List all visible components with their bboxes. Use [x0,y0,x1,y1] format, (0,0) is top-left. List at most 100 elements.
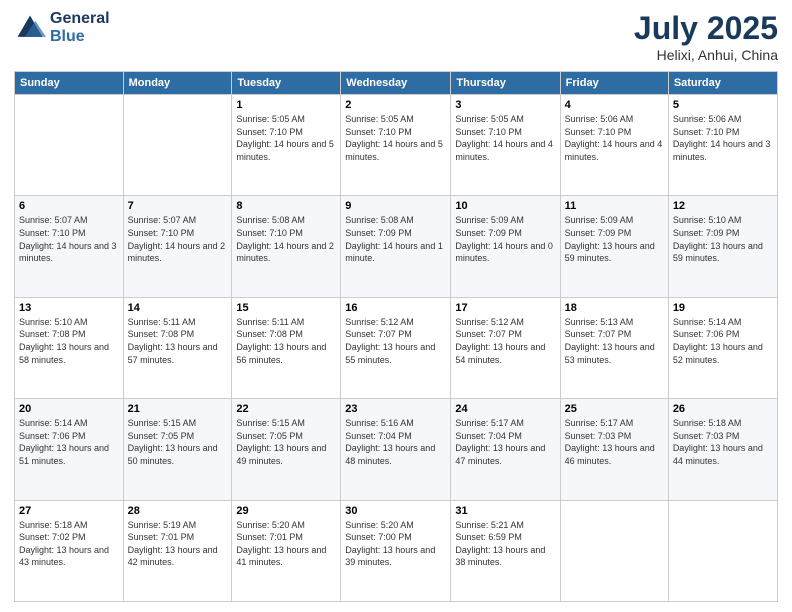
calendar-cell: 14Sunrise: 5:11 AM Sunset: 7:08 PM Dayli… [123,297,232,398]
calendar-cell: 30 Sunrise: 5:20 AM Sunset: 7:00 PM Dayli… [341,500,451,601]
day-number: 22 [236,403,336,415]
day-detail: Sunrise: 5:11 AM Sunset: 7:08 PM Dayligh… [128,316,228,366]
day-detail: Sunrise: 5:13 AM Sunset: 7:07 PM Dayligh… [565,316,664,366]
day-detail: Sunrise: 5:07 AM Sunset: 7:10 PM Dayligh… [19,214,119,264]
day-detail: Sunrise: 5:17 AM Sunset: 7:03 PM Dayligh… [565,417,664,467]
day-detail: Sunrise: 5:08 AM Sunset: 7:09 PM Dayligh… [345,214,446,264]
calendar-cell: 2Sunrise: 5:05 AM Sunset: 7:10 PM Daylig… [341,95,451,196]
calendar-cell: 12 Sunrise: 5:10 AM Sunset: 7:09 PM Dayli… [668,196,777,297]
day-detail: Sunrise: 5:09 AM Sunset: 7:09 PM Dayligh… [565,214,664,264]
day-number: 15 [236,302,336,314]
calendar-cell: 4Sunrise: 5:06 AM Sunset: 7:10 PM Daylig… [560,95,668,196]
day-detail: Sunrise: 5:15 AM Sunset: 7:05 PM Dayligh… [236,417,336,467]
calendar-cell: 18 Sunrise: 5:13 AM Sunset: 7:07 PM Dayli… [560,297,668,398]
week-row-2: 6 Sunrise: 5:07 AM Sunset: 7:10 PM Daylig… [15,196,778,297]
day-detail: Sunrise: 5:14 AM Sunset: 7:06 PM Dayligh… [673,316,773,366]
day-detail: Sunrise: 5:08 AM Sunset: 7:10 PM Dayligh… [236,214,336,264]
calendar-cell: 17Sunrise: 5:12 AM Sunset: 7:07 PM Dayli… [451,297,560,398]
day-detail: Sunrise: 5:21 AM Sunset: 6:59 PM Dayligh… [455,519,555,569]
weekday-header-tuesday: Tuesday [232,72,341,95]
subtitle: Helixi, Anhui, China [634,47,778,63]
calendar-cell [123,95,232,196]
day-number: 2 [345,99,446,111]
day-number: 16 [345,302,446,314]
logo-icon [14,12,46,44]
calendar-cell: 3 Sunrise: 5:05 AM Sunset: 7:10 PM Daylig… [451,95,560,196]
day-number: 18 [565,302,664,314]
day-detail: Sunrise: 5:05 AM Sunset: 7:10 PM Dayligh… [236,113,336,163]
day-number: 5 [673,99,773,111]
weekday-header-sunday: Sunday [15,72,124,95]
day-number: 26 [673,403,773,415]
day-detail: Sunrise: 5:10 AM Sunset: 7:08 PM Dayligh… [19,316,119,366]
weekday-header-wednesday: Wednesday [341,72,451,95]
calendar-cell: 20 Sunrise: 5:14 AM Sunset: 7:06 PM Dayli… [15,399,124,500]
header: General Blue July 2025 Helixi, Anhui, Ch… [14,10,778,63]
weekday-header-friday: Friday [560,72,668,95]
day-detail: Sunrise: 5:20 AM Sunset: 7:00 PM Dayligh… [345,519,446,569]
day-detail: Sunrise: 5:09 AM Sunset: 7:09 PM Dayligh… [455,214,555,264]
day-detail: Sunrise: 5:10 AM Sunset: 7:09 PM Dayligh… [673,214,773,264]
calendar-cell [560,500,668,601]
day-detail: Sunrise: 5:18 AM Sunset: 7:02 PM Dayligh… [19,519,119,569]
calendar-body: 1 Sunrise: 5:05 AM Sunset: 7:10 PM Daylig… [15,95,778,602]
calendar-cell: 27 Sunrise: 5:18 AM Sunset: 7:02 PM Dayli… [15,500,124,601]
calendar-cell: 5 Sunrise: 5:06 AM Sunset: 7:10 PM Daylig… [668,95,777,196]
week-row-3: 13Sunrise: 5:10 AM Sunset: 7:08 PM Dayli… [15,297,778,398]
main-title: July 2025 [634,10,778,47]
calendar-cell: 24Sunrise: 5:17 AM Sunset: 7:04 PM Dayli… [451,399,560,500]
day-number: 25 [565,403,664,415]
day-detail: Sunrise: 5:06 AM Sunset: 7:10 PM Dayligh… [673,113,773,163]
day-number: 23 [345,403,446,415]
day-detail: Sunrise: 5:05 AM Sunset: 7:10 PM Dayligh… [455,113,555,163]
calendar-cell: 28 Sunrise: 5:19 AM Sunset: 7:01 PM Dayli… [123,500,232,601]
calendar-cell: 7 Sunrise: 5:07 AM Sunset: 7:10 PM Daylig… [123,196,232,297]
calendar-cell: 8 Sunrise: 5:08 AM Sunset: 7:10 PM Daylig… [232,196,341,297]
calendar-cell: 31Sunrise: 5:21 AM Sunset: 6:59 PM Dayli… [451,500,560,601]
calendar-cell: 9 Sunrise: 5:08 AM Sunset: 7:09 PM Daylig… [341,196,451,297]
day-number: 27 [19,505,119,517]
calendar-cell: 29 Sunrise: 5:20 AM Sunset: 7:01 PM Dayli… [232,500,341,601]
day-number: 17 [455,302,555,314]
day-detail: Sunrise: 5:14 AM Sunset: 7:06 PM Dayligh… [19,417,119,467]
day-number: 7 [128,200,228,212]
calendar-cell: 21Sunrise: 5:15 AM Sunset: 7:05 PM Dayli… [123,399,232,500]
calendar-cell: 15Sunrise: 5:11 AM Sunset: 7:08 PM Dayli… [232,297,341,398]
day-detail: Sunrise: 5:20 AM Sunset: 7:01 PM Dayligh… [236,519,336,569]
day-detail: Sunrise: 5:16 AM Sunset: 7:04 PM Dayligh… [345,417,446,467]
calendar-cell: 13Sunrise: 5:10 AM Sunset: 7:08 PM Dayli… [15,297,124,398]
calendar-cell: 23 Sunrise: 5:16 AM Sunset: 7:04 PM Dayli… [341,399,451,500]
day-number: 20 [19,403,119,415]
day-detail: Sunrise: 5:18 AM Sunset: 7:03 PM Dayligh… [673,417,773,467]
week-row-4: 20 Sunrise: 5:14 AM Sunset: 7:06 PM Dayli… [15,399,778,500]
calendar-table: SundayMondayTuesdayWednesdayThursdayFrid… [14,71,778,602]
day-detail: Sunrise: 5:07 AM Sunset: 7:10 PM Dayligh… [128,214,228,264]
day-number: 9 [345,200,446,212]
day-number: 19 [673,302,773,314]
day-number: 1 [236,99,336,111]
calendar-cell [668,500,777,601]
calendar-cell: 26 Sunrise: 5:18 AM Sunset: 7:03 PM Dayli… [668,399,777,500]
calendar-cell: 11Sunrise: 5:09 AM Sunset: 7:09 PM Dayli… [560,196,668,297]
day-number: 29 [236,505,336,517]
calendar-cell: 22 Sunrise: 5:15 AM Sunset: 7:05 PM Dayli… [232,399,341,500]
day-number: 12 [673,200,773,212]
weekday-header-monday: Monday [123,72,232,95]
calendar-cell [15,95,124,196]
weekday-header-row: SundayMondayTuesdayWednesdayThursdayFrid… [15,72,778,95]
calendar-cell: 6 Sunrise: 5:07 AM Sunset: 7:10 PM Daylig… [15,196,124,297]
day-number: 6 [19,200,119,212]
day-number: 30 [345,505,446,517]
week-row-1: 1 Sunrise: 5:05 AM Sunset: 7:10 PM Daylig… [15,95,778,196]
calendar-cell: 10Sunrise: 5:09 AM Sunset: 7:09 PM Dayli… [451,196,560,297]
day-detail: Sunrise: 5:17 AM Sunset: 7:04 PM Dayligh… [455,417,555,467]
weekday-header-thursday: Thursday [451,72,560,95]
page: General Blue July 2025 Helixi, Anhui, Ch… [0,0,792,612]
day-number: 21 [128,403,228,415]
week-row-5: 27 Sunrise: 5:18 AM Sunset: 7:02 PM Dayli… [15,500,778,601]
day-number: 8 [236,200,336,212]
day-detail: Sunrise: 5:19 AM Sunset: 7:01 PM Dayligh… [128,519,228,569]
calendar-cell: 16Sunrise: 5:12 AM Sunset: 7:07 PM Dayli… [341,297,451,398]
day-number: 28 [128,505,228,517]
day-number: 3 [455,99,555,111]
